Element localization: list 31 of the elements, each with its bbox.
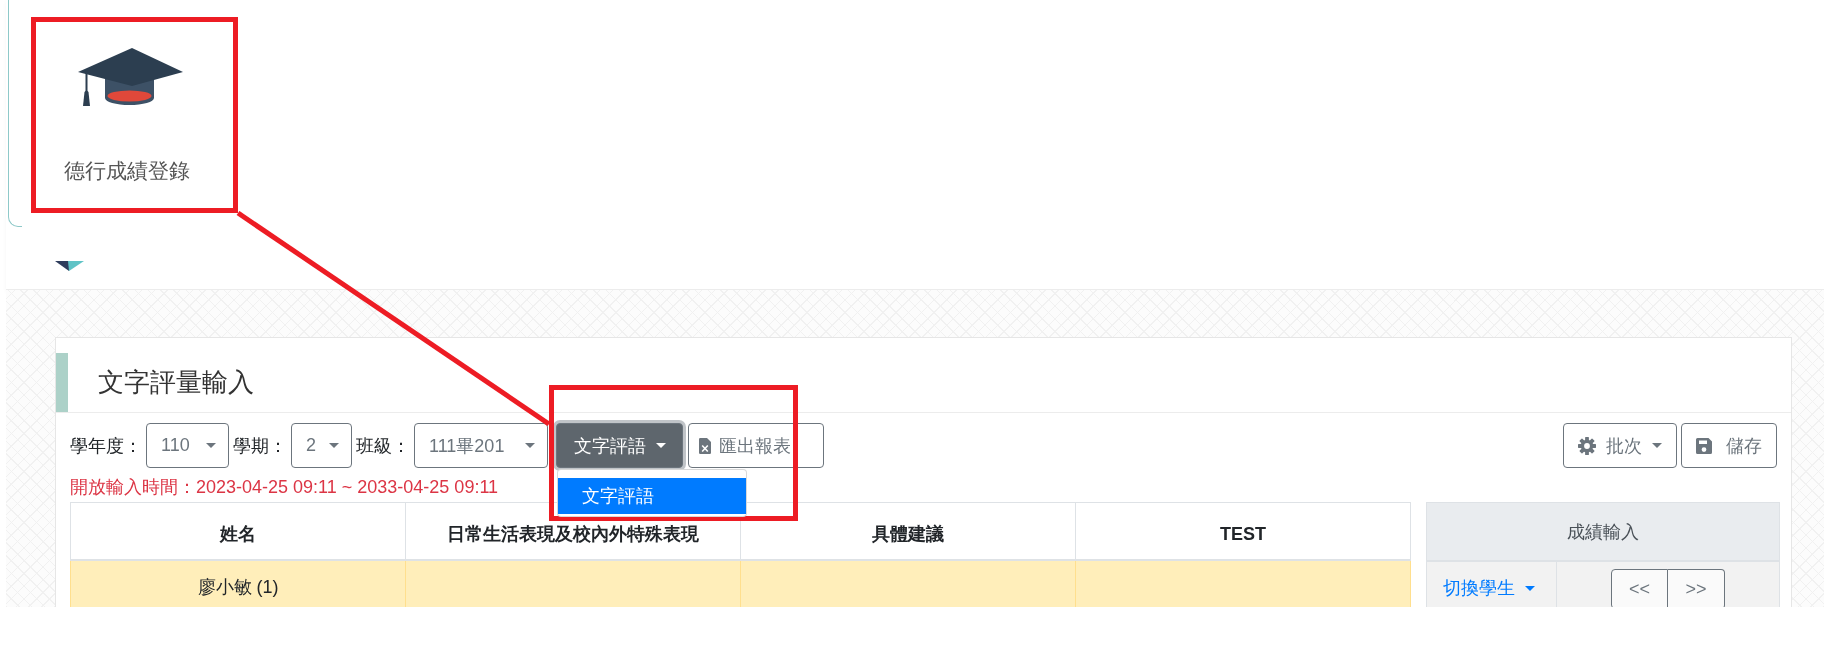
graduation-cap-icon[interactable] — [78, 48, 183, 106]
batch-button[interactable]: 批次 — [1563, 423, 1677, 468]
caret-icon — [525, 443, 535, 448]
filter-label: 學年度： — [70, 434, 142, 458]
student-name: 廖小敏 (1) — [197, 577, 279, 597]
caret-icon — [655, 443, 666, 448]
spreadsheet-file-icon — [699, 437, 711, 454]
previous-button[interactable]: << — [1611, 569, 1668, 607]
open-period-text: 開放輸入時間：2023-04-25 09:11 ~ 2033-04-25 09:11 — [70, 476, 499, 499]
filter-label: 班級： — [356, 434, 410, 458]
view-dropdown-button[interactable]: 文字評語 — [556, 423, 683, 468]
app-tile-label[interactable]: 德行成績登錄 — [64, 158, 190, 184]
export-button[interactable]: 匯出報表 — [688, 423, 824, 468]
menu-item[interactable]: 文字評語 — [558, 478, 746, 514]
caret-icon — [1525, 585, 1535, 591]
save-button[interactable]: 儲存 — [1681, 423, 1777, 468]
panel-title: 文字評量輸入 — [98, 366, 254, 399]
filter-select[interactable]: 2 — [291, 423, 352, 468]
filter-label: 學期： — [233, 434, 287, 458]
next-button[interactable]: >> — [1668, 569, 1725, 607]
score-panel-header: 成績輸入 — [1427, 503, 1779, 562]
title-accent-bar — [56, 353, 68, 412]
filter-select[interactable]: 110 — [146, 423, 229, 468]
caret-icon — [206, 443, 216, 448]
caret-icon — [329, 443, 339, 448]
logo-icon — [55, 261, 84, 271]
student-row[interactable]: 廖小敏 (1) — [70, 560, 1411, 607]
switch-student-link[interactable]: 切換學生 — [1443, 576, 1535, 600]
settings-icon — [1578, 436, 1596, 455]
filter-select[interactable]: 111畢201 — [414, 423, 548, 468]
caret-icon — [1652, 443, 1662, 448]
